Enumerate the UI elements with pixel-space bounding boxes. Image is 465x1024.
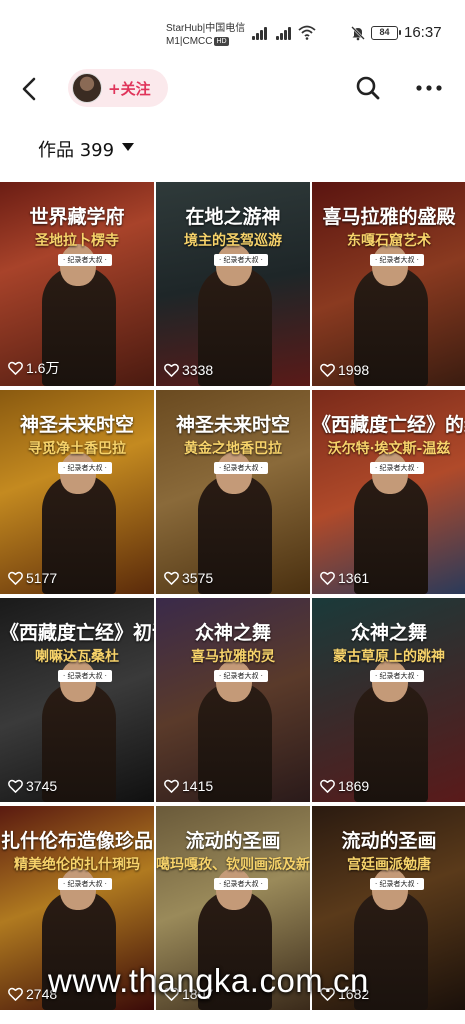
video-title: 流动的圣画	[341, 830, 437, 852]
watermark-text: www.thangka.com.cn	[48, 962, 369, 999]
video-title: 神圣未来时空	[19, 414, 134, 436]
heart-icon	[164, 571, 179, 585]
status-bar: StarHub|中国电信 M1|CMCC HD 84 16:37	[0, 0, 465, 60]
carrier-line-1: StarHub|中国电信	[166, 23, 246, 34]
heart-icon	[8, 361, 23, 375]
channel-tag: · 纪录者大叔 ·	[214, 670, 268, 682]
heart-icon	[320, 779, 335, 793]
video-title: 在地之游神	[185, 206, 281, 228]
video-card[interactable]: 神圣未来时空黄金之地香巴拉 · 纪录者大叔 · 3575	[156, 390, 310, 594]
like-count: 3338	[164, 362, 213, 378]
like-count-value: 1361	[338, 570, 370, 586]
channel-tag: · 纪录者大叔 ·	[370, 462, 424, 474]
like-count-value: 5177	[26, 570, 58, 586]
carrier-line-2: M1|CMCC	[166, 36, 213, 47]
video-card[interactable]: 世界藏学府圣地拉卜楞寺 · 纪录者大叔 · 1.6万	[0, 182, 154, 386]
video-subtitle: 圣地拉卜楞寺	[35, 233, 119, 249]
wifi-icon	[298, 25, 316, 40]
channel-tag: · 纪录者大叔 ·	[214, 462, 268, 474]
bell-off-icon	[351, 26, 365, 41]
caret-down-icon	[122, 143, 134, 151]
signal-icon	[252, 26, 268, 40]
video-subtitle: 蒙古草原上的跳神	[333, 649, 445, 665]
works-count-label: 作品 399	[38, 140, 115, 161]
channel-tag: · 纪录者大叔 ·	[214, 254, 268, 266]
video-title: 《西藏度亡经》的编辑与出版	[312, 414, 465, 436]
avatar[interactable]	[72, 73, 102, 103]
like-count-value: 3338	[182, 362, 214, 378]
video-title: 神圣未来时空	[175, 414, 290, 436]
like-count-value: 1415	[182, 778, 214, 794]
video-subtitle: 宫廷画派勉唐	[347, 857, 431, 873]
heart-icon	[320, 363, 335, 377]
like-count: 3575	[164, 570, 213, 586]
search-icon[interactable]	[354, 74, 382, 102]
like-count: 3745	[8, 778, 57, 794]
video-title: 扎什伦布造像珍品	[0, 830, 153, 852]
heart-icon	[8, 987, 23, 1001]
carrier-info: StarHub|中国电信 M1|CMCC HD	[166, 22, 245, 48]
video-card[interactable]: 《西藏度亡经》的编辑与出版沃尔特·埃文斯-温兹 · 纪录者大叔 · 1361	[312, 390, 465, 594]
like-count: 1869	[320, 778, 369, 794]
works-grid: 世界藏学府圣地拉卜楞寺 · 纪录者大叔 · 1.6万 在地之游神境主的圣驾巡游 · 纪录…	[0, 172, 465, 1024]
video-subtitle: 噶玛嘎孜、钦则画派及新勉唐卡艺术品	[156, 857, 310, 873]
like-count-value: 3575	[182, 570, 214, 586]
channel-tag: · 纪录者大叔 ·	[58, 254, 112, 266]
video-subtitle: 喜马拉雅的灵	[191, 649, 275, 665]
like-count: 5177	[8, 570, 57, 586]
video-title: 众神之舞	[350, 622, 427, 644]
video-card[interactable]: 在地之游神境主的圣驾巡游 · 纪录者大叔 · 3338	[156, 182, 310, 386]
video-card[interactable]: 喜马拉雅的盛殿东嘎石窟艺术 · 纪录者大叔 · 1998	[312, 182, 465, 386]
channel-tag: · 纪录者大叔 ·	[214, 878, 268, 890]
battery-indicator: 84	[371, 26, 401, 40]
heart-icon	[164, 779, 179, 793]
signal-icon	[276, 26, 292, 40]
channel-tag: · 纪录者大叔 ·	[370, 254, 424, 266]
like-count: 1998	[320, 362, 369, 378]
video-title: 喜马拉雅的盛殿	[322, 206, 456, 228]
video-card[interactable]: 众神之舞喜马拉雅的灵 · 纪录者大叔 · 1415	[156, 598, 310, 802]
chevron-left-icon[interactable]	[14, 73, 46, 105]
video-subtitle: 寻觅净土香巴拉	[28, 441, 126, 457]
like-count: 1415	[164, 778, 213, 794]
like-count-value: 3745	[26, 778, 58, 794]
heart-icon	[164, 363, 179, 377]
video-subtitle: 黄金之地香巴拉	[184, 441, 282, 457]
like-count-value: 1869	[338, 778, 370, 794]
channel-tag: · 纪录者大叔 ·	[370, 878, 424, 890]
more-horizontal-icon[interactable]	[413, 74, 445, 102]
video-subtitle: 境主的圣驾巡游	[184, 233, 282, 249]
video-card[interactable]: 神圣未来时空寻觅净土香巴拉 · 纪录者大叔 · 5177	[0, 390, 154, 594]
status-time: 16:37	[404, 24, 442, 41]
video-card[interactable]: 《西藏度亡经》初译者喇嘛达瓦桑杜 · 纪录者大叔 · 3745	[0, 598, 154, 802]
video-subtitle: 精美绝伦的扎什琍玛	[14, 857, 140, 873]
video-subtitle: 沃尔特·埃文斯-温兹	[327, 441, 451, 457]
channel-tag: · 纪录者大叔 ·	[370, 670, 424, 682]
follow-label: +关注	[108, 80, 151, 98]
channel-tag: · 纪录者大叔 ·	[58, 670, 112, 682]
video-title: 众神之舞	[194, 622, 271, 644]
like-count: 1361	[320, 570, 369, 586]
video-subtitle: 东嘎石窟艺术	[347, 233, 431, 249]
video-subtitle: 喇嘛达瓦桑杜	[35, 649, 119, 665]
video-title: 世界藏学府	[29, 206, 125, 228]
profile-nav-bar: +关注	[0, 60, 465, 118]
hd-badge: HD	[214, 36, 229, 46]
like-count: 1.6万	[8, 358, 59, 378]
channel-tag: · 纪录者大叔 ·	[58, 878, 112, 890]
works-filter[interactable]: 作品 399	[0, 128, 465, 168]
like-count-value: 1.6万	[26, 360, 60, 376]
heart-icon	[320, 571, 335, 585]
heart-icon	[8, 779, 23, 793]
video-title: 《西藏度亡经》初译者	[0, 622, 154, 644]
follow-button[interactable]: +关注	[68, 69, 168, 107]
heart-icon	[8, 571, 23, 585]
channel-tag: · 纪录者大叔 ·	[58, 462, 112, 474]
video-card[interactable]: 众神之舞蒙古草原上的跳神 · 纪录者大叔 · 1869	[312, 598, 465, 802]
like-count-value: 1998	[338, 362, 370, 378]
video-title: 流动的圣画	[185, 830, 281, 852]
